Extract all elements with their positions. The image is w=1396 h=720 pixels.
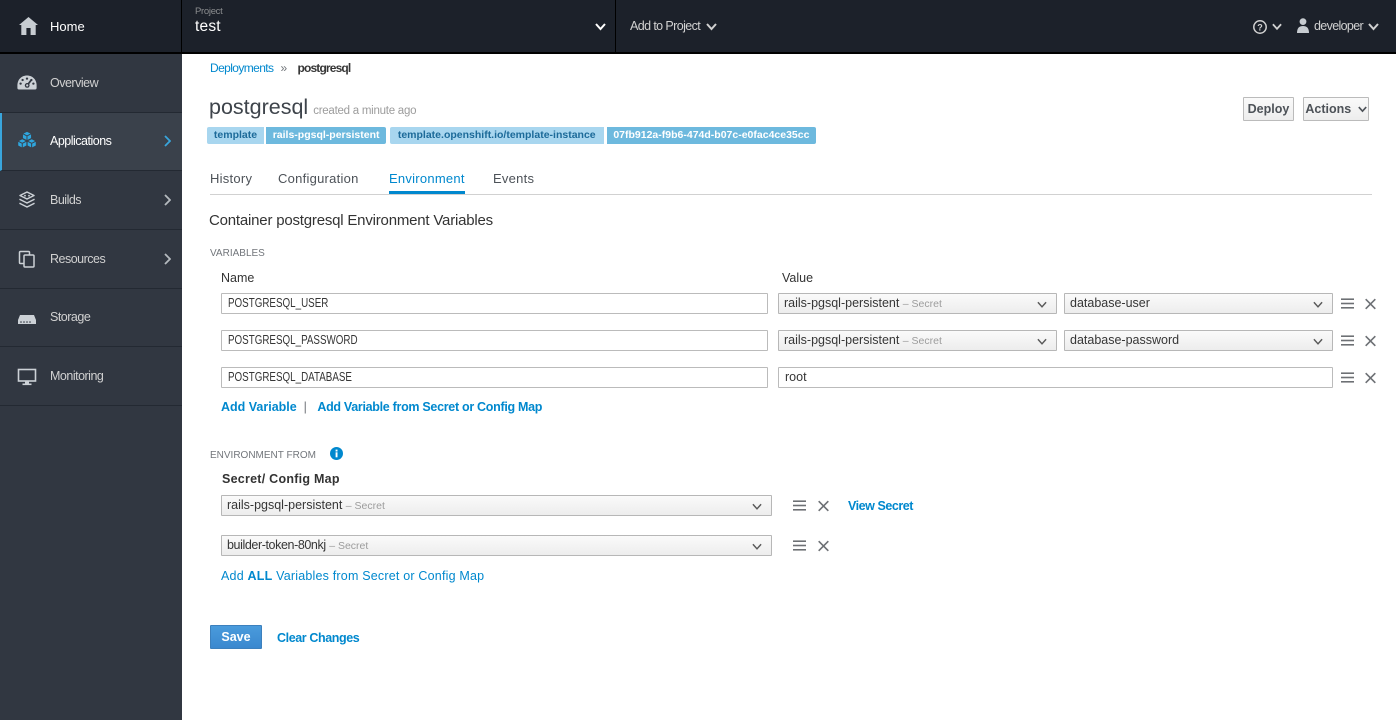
svg-text:?: ? <box>1257 22 1263 32</box>
